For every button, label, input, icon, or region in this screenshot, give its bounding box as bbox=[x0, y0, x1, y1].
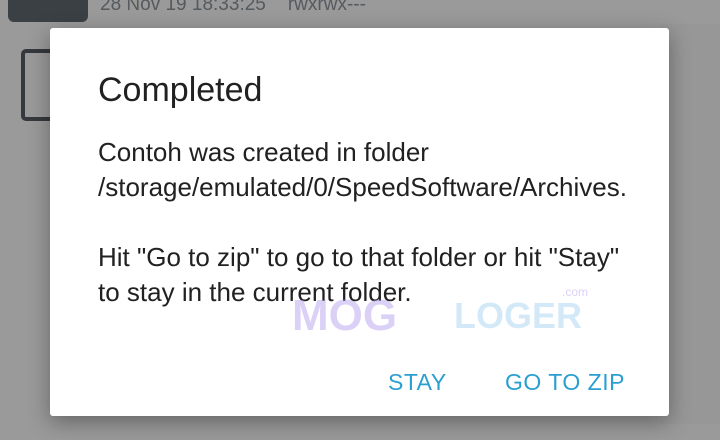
go-to-zip-button[interactable]: GO TO ZIP bbox=[505, 362, 625, 402]
completed-dialog: Completed Contoh was created in folder /… bbox=[50, 28, 669, 416]
file-meta: 28 Nov 19 18:33:25 rwxrwx--- bbox=[100, 0, 366, 16]
dialog-message-instructions: Hit "Go to zip" to go to that folder or … bbox=[98, 242, 620, 307]
dialog-message: Contoh was created in folder /storage/em… bbox=[98, 135, 638, 310]
background-panel bbox=[660, 24, 720, 424]
dialog-message-created: Contoh was created in folder /storage/em… bbox=[98, 137, 627, 202]
stay-button[interactable]: STAY bbox=[388, 362, 447, 402]
dialog-title: Completed bbox=[98, 71, 263, 109]
file-permissions: rwxrwx--- bbox=[287, 0, 366, 15]
app-tile bbox=[8, 0, 88, 22]
file-date: 28 Nov 19 18:33:25 bbox=[100, 0, 266, 15]
